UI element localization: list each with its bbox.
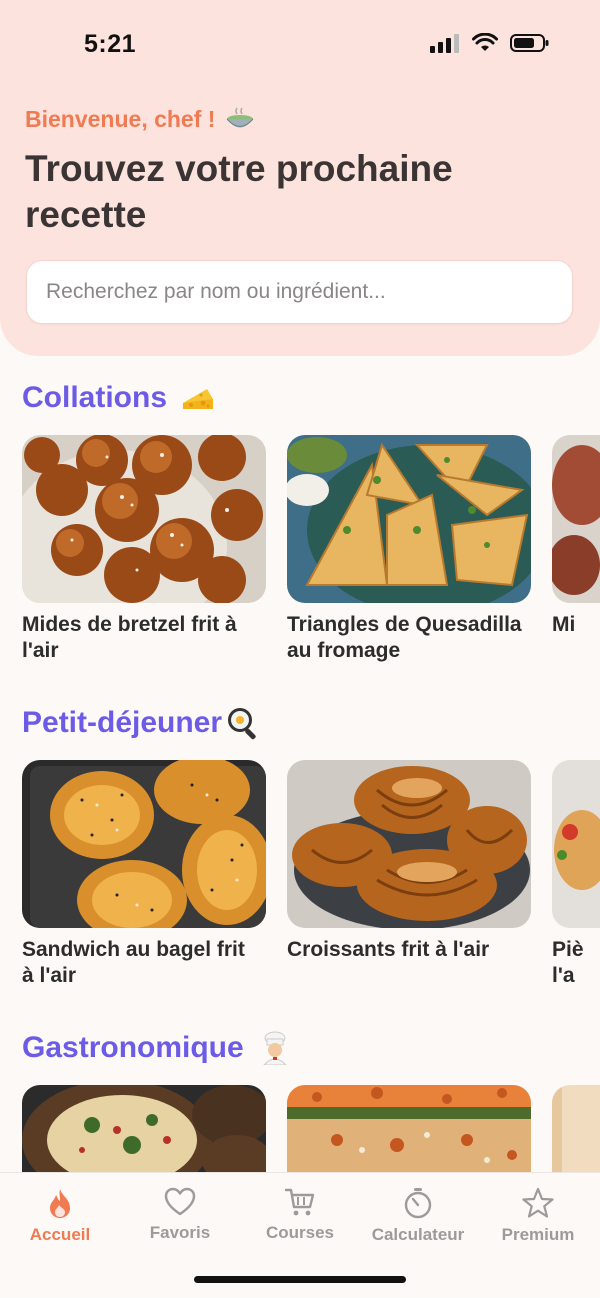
recipe-card[interactable]: Mides de bretzel frit à l'air [22, 435, 266, 664]
partial-photo [552, 760, 600, 928]
tab-courses[interactable]: Courses [240, 1187, 360, 1243]
battery-icon [510, 34, 549, 52]
stuffed-mushroom-photo [22, 1085, 266, 1172]
recipe-card[interactable] [552, 1085, 600, 1172]
welcome-text: Bienvenue, chef ! [25, 104, 255, 134]
frying-pan-icon [228, 708, 256, 740]
pretzel-bites-photo [22, 435, 266, 603]
recipe-card-title: Mi [552, 613, 576, 636]
tab-calculateur[interactable]: Calculateur [358, 1187, 478, 1245]
section-title-gastronomique: Gastronomique [22, 1031, 292, 1065]
recipe-card[interactable]: Sandwich au bagel frit à l'air [22, 760, 266, 989]
section-title-label: Collations [22, 381, 168, 414]
recipe-card-title: Piè l'a [552, 938, 584, 987]
home-indicator[interactable] [194, 1276, 406, 1283]
tab-favoris[interactable]: Favoris [120, 1187, 240, 1243]
recipe-card[interactable]: Triangles de Quesadilla au fromage [287, 435, 531, 664]
star-icon [522, 1187, 554, 1218]
cart-icon [284, 1188, 315, 1216]
partial-photo [552, 1085, 600, 1172]
recipe-card[interactable]: Piè l'a [552, 760, 600, 989]
quesadilla-photo [287, 435, 531, 603]
recipe-card-title: Sandwich au bagel frit à l'air [22, 938, 245, 987]
section-title-label: Petit-déjeuner [22, 706, 223, 739]
cellular-signal-icon [430, 34, 459, 53]
status-icons [430, 33, 550, 53]
status-time: 5:21 [84, 30, 137, 58]
tab-accueil[interactable]: Accueil [0, 1187, 120, 1245]
cheese-icon [183, 389, 214, 409]
recipe-card[interactable] [287, 1085, 531, 1172]
recipe-card-title: Croissants frit à l'air [287, 938, 490, 961]
status-bar: 5:21 [0, 0, 600, 90]
soup-bowl-icon [227, 107, 254, 128]
tab-label: Favoris [149, 1223, 211, 1242]
tab-label: Accueil [29, 1225, 91, 1244]
recipe-card[interactable]: Croissants frit à l'air [287, 760, 531, 963]
header: 5:21 Bienvenue, chef ! Trouvez votre pro… [0, 0, 600, 356]
tab-label: Premium [501, 1225, 575, 1244]
tab-label: Courses [265, 1223, 335, 1242]
tab-label: Calculateur [371, 1225, 465, 1244]
heart-icon [164, 1187, 196, 1216]
section-title-collations: Collations [22, 381, 215, 415]
section-title-label: Gastronomique [22, 1031, 244, 1064]
timer-icon [404, 1188, 432, 1219]
chef-icon [263, 1031, 287, 1065]
tab-premium[interactable]: Premium [478, 1187, 598, 1245]
recipe-card[interactable] [22, 1085, 266, 1172]
stuffed-zucchini-photo [287, 1085, 531, 1172]
page-title: Trouvez votre prochaine recette [25, 148, 453, 235]
partial-photo [552, 435, 600, 603]
recipe-card-title: Triangles de Quesadilla au fromage [287, 613, 522, 662]
bagel-photo [22, 760, 266, 928]
search-input[interactable] [26, 260, 573, 324]
section-title-petit-dejeuner: Petit-déjeuner [22, 706, 260, 740]
croissant-photo [287, 760, 531, 928]
recipe-card[interactable]: Mi [552, 435, 600, 638]
recipe-card-title: Mides de bretzel frit à l'air [22, 613, 237, 662]
wifi-icon [472, 33, 498, 51]
welcome-label: Bienvenue, chef ! [25, 105, 216, 132]
flame-icon [50, 1189, 70, 1218]
